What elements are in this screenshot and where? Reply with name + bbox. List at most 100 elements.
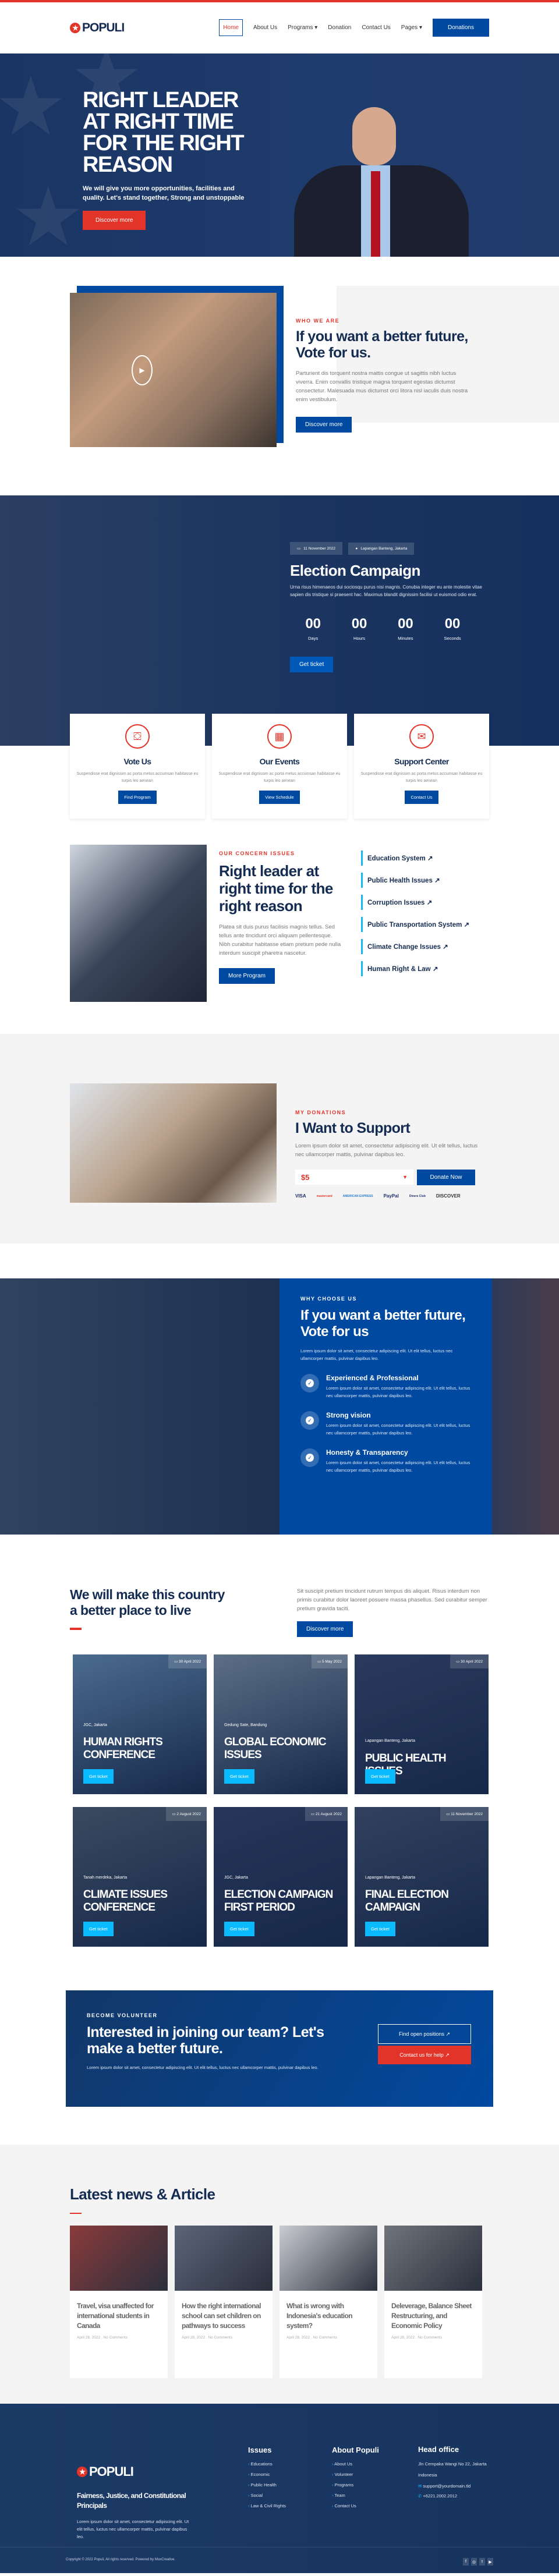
event-card: ▭ 11 November 2022 Lapangan Banteng, Jak… <box>355 1807 489 1947</box>
donation-section: MY DONATIONS I Want to Support Lorem ips… <box>0 1034 559 1243</box>
article-title[interactable]: How the right international school can s… <box>175 2291 273 2336</box>
phone-link[interactable]: ✆ +6221.2002.2012 <box>418 2492 488 2500</box>
event-location: ● Lapangan Banteng, Jakarta <box>348 543 415 555</box>
footer: ★ POPULI Fairness, Justice, and Constitut… <box>0 2404 559 2573</box>
article-title[interactable]: Travel, visa unaffected for internationa… <box>70 2291 168 2336</box>
event-location: JGC, Jakarta <box>224 1876 248 1880</box>
footer-link[interactable]: Team <box>332 2493 379 2498</box>
footer-link[interactable]: About Us <box>332 2461 379 2467</box>
article-card[interactable]: What is wrong with Indonesia's education… <box>280 2226 377 2378</box>
candidate-photo <box>288 107 469 257</box>
nav-home[interactable]: Home <box>219 19 243 36</box>
event-date: ▭ 11 November 2022 <box>440 1807 489 1821</box>
calendar-icon: ▭ <box>310 1812 314 1816</box>
find-program-button[interactable]: Find Program <box>118 791 157 804</box>
flag-star-icon: ★ <box>0 61 68 152</box>
countdown: 00 Days 00 Hours 00 Minutes 00 Seconds <box>305 616 461 641</box>
map-pin-icon: ● <box>355 547 358 551</box>
get-ticket-button[interactable]: Get ticket <box>290 657 334 672</box>
footer-link[interactable]: Public Health <box>248 2482 286 2488</box>
election-section: ▭ 11 November 2022 ● Lapangan Banteng, Jak… <box>0 495 559 746</box>
hero-subtitle: We will give you more opportunities, fac… <box>83 185 245 201</box>
calendar-icon: ▭ <box>172 1812 176 1816</box>
footer-link[interactable]: Economic <box>248 2472 286 2477</box>
amex-icon: AMERICAN EXPRESS <box>342 1194 373 1198</box>
find-positions-button[interactable]: Find open positions ↗ <box>378 2024 471 2044</box>
feature-card: ✉ Support Center Suspendisse erat dignissi… <box>354 714 489 818</box>
footer-link[interactable]: Educations <box>248 2461 286 2467</box>
event-location: Lapangan Banteng, Jakarta <box>365 1739 416 1743</box>
donations-button[interactable]: Donations <box>432 19 489 37</box>
nav-donation[interactable]: Donation <box>328 24 351 31</box>
event-date: ▭ 21 August 2022 <box>305 1807 348 1821</box>
article-card[interactable]: Travel, visa unaffected for internationa… <box>70 2226 168 2378</box>
issue-link[interactable]: Climate Change Issues ↗ <box>361 939 474 954</box>
get-ticket-button[interactable]: Get ticket <box>365 1922 395 1936</box>
view-schedule-button[interactable]: View Schedule <box>259 791 300 804</box>
nav-contact[interactable]: Contact Us <box>362 24 390 31</box>
why-choose-section: WHY CHOOSE US If you want a better futur… <box>0 1278 559 1535</box>
get-ticket-button[interactable]: Get ticket <box>365 1769 395 1784</box>
get-ticket-button[interactable]: Get ticket <box>83 1769 114 1784</box>
event-date: ▭ 11 November 2022 <box>290 542 342 555</box>
issue-link[interactable]: Public Health Issues ↗ <box>361 873 474 888</box>
article-card[interactable]: How the right international school can s… <box>175 2226 273 2378</box>
star-icon: ★ <box>70 22 80 33</box>
payment-logos: VISA mastercard AMERICAN EXPRESS PayPal … <box>295 1193 487 1199</box>
discover-more-button[interactable]: Discover more <box>83 211 146 230</box>
discover-icon: DISCOVER <box>436 1193 461 1199</box>
article-image <box>384 2226 482 2291</box>
issues-list: Education System ↗ Public Health Issues … <box>361 851 474 983</box>
issue-link[interactable]: Education System ↗ <box>361 851 474 866</box>
donate-now-button[interactable]: Donate Now <box>417 1170 475 1185</box>
event-location: Gedung Sate, Bandung <box>224 1723 267 1727</box>
check-icon: ✓ <box>300 1374 319 1392</box>
footer-link[interactable]: Law & Civil Rights <box>248 2503 286 2508</box>
event-card: ▭ 21 August 2022 JGC, Jakarta ELECTION C… <box>214 1807 348 1947</box>
article-meta: April 28, 2022 . No Comments <box>286 2336 338 2340</box>
event-location: JGC, Jakarta <box>83 1723 107 1727</box>
calendar-icon: ▭ <box>456 1660 460 1664</box>
article-title[interactable]: Deleverage, Balance Sheet Restructuring,… <box>384 2291 482 2336</box>
get-ticket-button[interactable]: Get ticket <box>224 1769 254 1784</box>
footer-link[interactable]: Volunteer <box>332 2472 379 2477</box>
check-icon: ✓ <box>300 1411 319 1430</box>
nav-about[interactable]: About Us <box>253 24 277 31</box>
footer-link[interactable]: Contact Us <box>332 2503 379 2508</box>
email-link[interactable]: ✉ support@yourdomain.tld <box>418 2482 488 2490</box>
calendar-icon: ▭ <box>174 1660 178 1664</box>
amount-select[interactable]: $5 ▼ <box>295 1170 413 1185</box>
get-ticket-button[interactable]: Get ticket <box>83 1922 114 1936</box>
play-video-icon[interactable]: ▶ <box>132 355 153 385</box>
features: ⛋ Vote Us Suspendisse erat dignissim ac po… <box>0 714 559 818</box>
article-title[interactable]: What is wrong with Indonesia's education… <box>280 2291 377 2336</box>
hero-title: RIGHT LEADER AT RIGHT TIME FOR THE RIGHT… <box>83 88 245 177</box>
more-program-button[interactable]: More Program <box>219 968 275 984</box>
footer-link[interactable]: Social <box>248 2493 286 2498</box>
about-discover-button[interactable]: Discover more <box>296 417 352 433</box>
footer-link[interactable]: Programs <box>332 2482 379 2488</box>
why-panel: WHY CHOOSE US If you want a better futur… <box>280 1278 492 1535</box>
better-discover-button[interactable]: Discover more <box>297 1621 353 1637</box>
diners-club-icon: Diners Club <box>409 1194 426 1198</box>
hero: ★ ★ ★ RIGHT LEADER AT RIGHT TIME FOR THE… <box>0 54 559 257</box>
article-card[interactable]: Deleverage, Balance Sheet Restructuring,… <box>384 2226 482 2378</box>
main-nav: Home About Us Programs ▾ Donation Contac… <box>219 19 489 37</box>
event-title: ELECTION CAMPAIGN FIRST PERIOD <box>224 1888 333 1914</box>
feature-card: ▦ Our Events Suspendisse erat dignissim ac… <box>212 714 347 818</box>
event-card: ▭ 5 May 2022 Gedung Sate, Bandung GLOBAL… <box>214 1654 348 1794</box>
get-ticket-button[interactable]: Get ticket <box>224 1922 254 1936</box>
about-section: ▶ WHO WE ARE If you want a better future… <box>0 257 559 495</box>
news-section: Latest news & Article Travel, visa unaff… <box>0 2145 559 2404</box>
contact-us-button[interactable]: Contact Us <box>405 791 438 804</box>
event-location: Lapangan Banteng, Jakarta <box>365 1876 416 1880</box>
issue-link[interactable]: Public Transportation System ↗ <box>361 917 474 932</box>
nav-programs[interactable]: Programs ▾ <box>288 24 317 31</box>
nav-pages[interactable]: Pages ▾ <box>401 24 422 31</box>
contact-help-button[interactable]: Contact us for help ↗ <box>378 2046 471 2064</box>
issue-link[interactable]: Human Right & Law ↗ <box>361 961 474 976</box>
logo[interactable]: ★ POPULI <box>70 21 125 35</box>
issue-link[interactable]: Corruption Issues ↗ <box>361 895 474 910</box>
flag-star-icon: ★ <box>12 171 85 257</box>
event-title: CLIMATE ISSUES CONFERENCE <box>83 1888 168 1914</box>
